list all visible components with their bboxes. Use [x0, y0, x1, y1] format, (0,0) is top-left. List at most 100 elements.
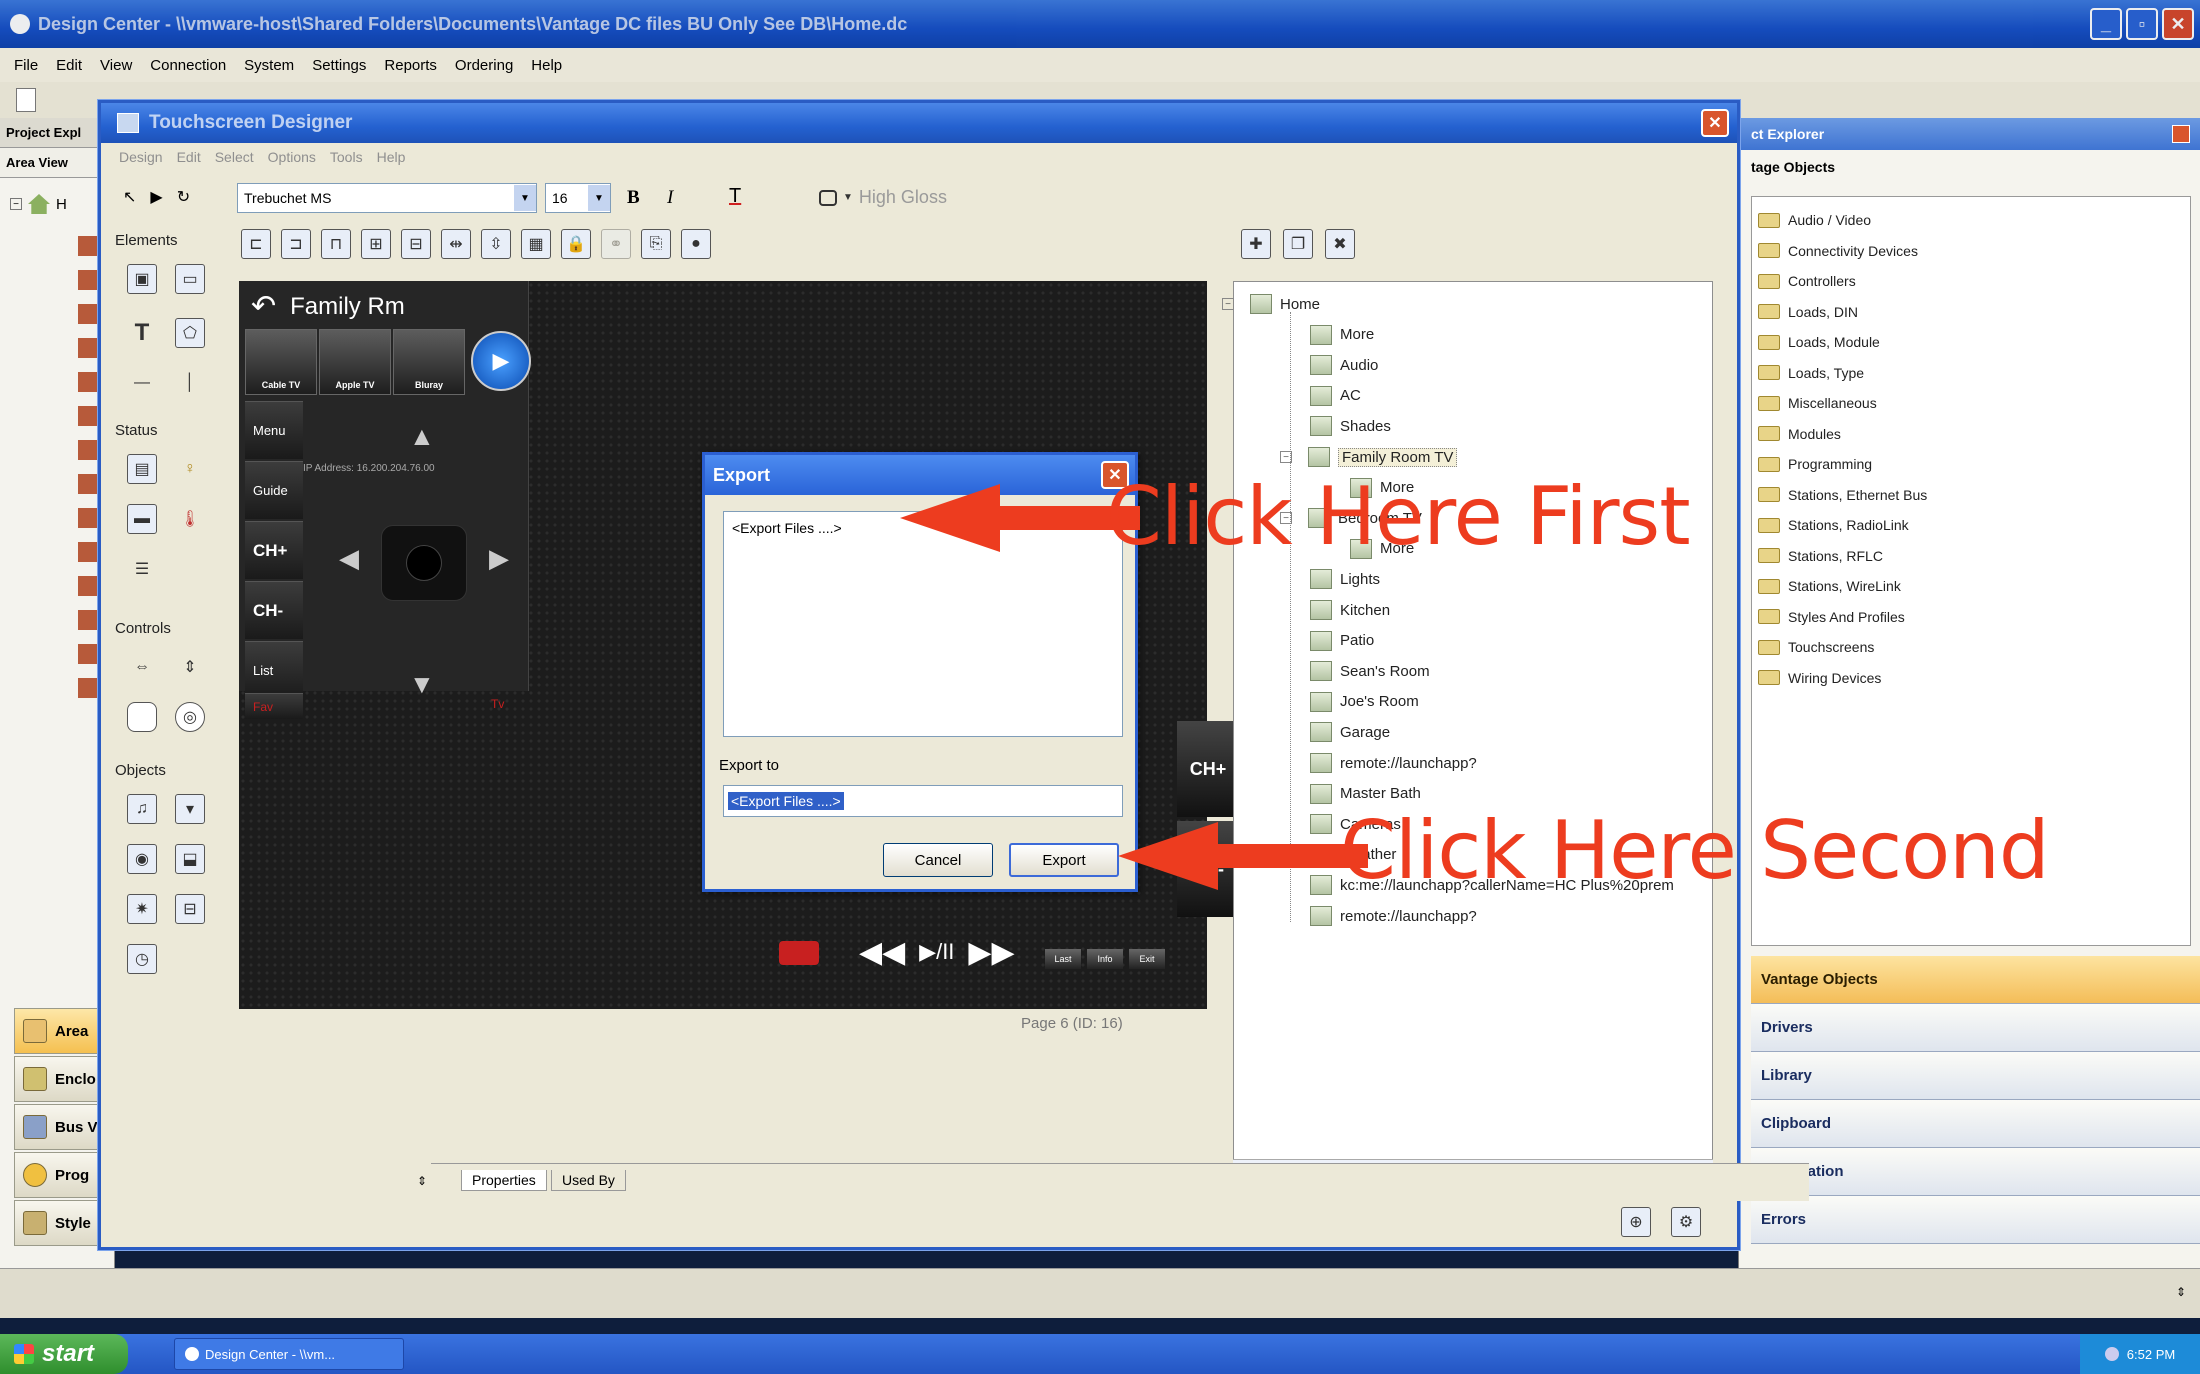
menu-ordering[interactable]: Ordering	[455, 57, 513, 74]
tree-item[interactable]: remote://launchapp?	[1310, 906, 1477, 926]
source-apple-tv[interactable]: Apple TV	[319, 329, 391, 395]
maximize-button[interactable]: ▫	[2126, 8, 2158, 40]
play-icon[interactable]: ▶	[471, 331, 531, 391]
list-item[interactable]: Stations, RadioLink	[1752, 510, 2190, 541]
export-button[interactable]: Export	[1009, 843, 1119, 877]
list-item[interactable]: Loads, Module	[1752, 327, 2190, 358]
delete-page-icon[interactable]: ✖	[1325, 229, 1355, 259]
list-item[interactable]: Connectivity Devices	[1752, 236, 2190, 267]
camera-object-icon[interactable]: ◉	[127, 844, 157, 874]
list-item[interactable]: Modules	[1752, 419, 2190, 450]
align-right-icon[interactable]: ⊓	[321, 229, 351, 259]
designer-menu-options[interactable]: Options	[268, 149, 316, 165]
start-button[interactable]: start	[0, 1334, 128, 1374]
fav-button[interactable]: Fav	[245, 693, 303, 719]
list-icon[interactable]: ☰	[127, 554, 157, 584]
record-icon[interactable]: ●	[681, 229, 711, 259]
tree-item[interactable]: Patio	[1310, 630, 1374, 651]
web-object-icon[interactable]: ⬓	[175, 844, 205, 874]
tab-vantage-objects[interactable]: Vantage Objects	[1751, 956, 2200, 1004]
designer-menu-edit[interactable]: Edit	[177, 149, 201, 165]
bold-button[interactable]: B	[627, 187, 640, 209]
button-control-icon[interactable]	[127, 702, 157, 732]
thermometer-icon[interactable]: 🌡	[175, 504, 205, 534]
pointer-icon[interactable]: ↖	[123, 187, 136, 207]
list-item[interactable]: Styles And Profiles	[1752, 602, 2190, 633]
tree-item[interactable]: Garage	[1310, 722, 1390, 743]
clock[interactable]: 6:52 PM	[2127, 1347, 2175, 1362]
menu-system[interactable]: System	[244, 57, 294, 74]
tab-used-by[interactable]: Used By	[551, 1170, 626, 1191]
designer-menu-help[interactable]: Help	[377, 149, 406, 165]
lock-icon[interactable]: 🔒	[561, 229, 591, 259]
list-item[interactable]: Audio / Video	[1752, 205, 2190, 236]
tab-library[interactable]: Library	[1751, 1052, 2200, 1100]
group-icon[interactable]: ▦	[521, 229, 551, 259]
exit-button[interactable]: Exit	[1129, 949, 1165, 969]
menu-button[interactable]: Menu	[245, 401, 303, 459]
tree-item[interactable]: remote://launchapp?	[1310, 753, 1477, 773]
tv-object-icon[interactable]: ▾	[175, 794, 205, 824]
same-size-icon[interactable]: ⊟	[401, 229, 431, 259]
tree-item[interactable]: Lights	[1310, 569, 1380, 590]
tab-information[interactable]: Information	[1751, 1148, 2200, 1196]
minimize-button[interactable]: _	[2090, 8, 2122, 40]
list-item[interactable]: Loads, DIN	[1752, 297, 2190, 328]
ch-minus-button[interactable]: CH-	[245, 581, 303, 639]
designer-menu-tools[interactable]: Tools	[330, 149, 363, 165]
tree-item[interactable]: Shades	[1310, 416, 1391, 437]
list-item[interactable]: Stations, RFLC	[1752, 541, 2190, 572]
list-item[interactable]: Controllers	[1752, 266, 2190, 297]
list-item[interactable]: Miscellaneous	[1752, 388, 2190, 419]
tree-item[interactable]: Joe's Room	[1310, 691, 1419, 712]
list-item[interactable]: Wiring Devices	[1752, 663, 2190, 694]
tab-errors[interactable]: Errors	[1751, 1196, 2200, 1244]
display-icon[interactable]: ▬	[127, 504, 157, 534]
export-to-field[interactable]: <Export Files ....>	[723, 785, 1123, 817]
ch-plus-key[interactable]: CH+	[1177, 721, 1239, 817]
shape-icon[interactable]: ⬠	[175, 318, 205, 348]
ok-button[interactable]	[381, 525, 467, 601]
horizontal-line-icon[interactable]: —	[127, 368, 157, 398]
list-item[interactable]: Programming	[1752, 449, 2190, 480]
ch-plus-button[interactable]: CH+	[245, 521, 303, 579]
text-icon[interactable]: T	[127, 318, 157, 348]
designer-menu-select[interactable]: Select	[215, 149, 254, 165]
record-button[interactable]	[779, 941, 819, 965]
tree-item[interactable]: More	[1310, 324, 1374, 345]
knob-icon[interactable]: ◎	[175, 702, 205, 732]
tree-item[interactable]: − Family Room TV	[1280, 447, 1458, 467]
list-item[interactable]: Stations, Ethernet Bus	[1752, 480, 2190, 511]
tree-item[interactable]: Master Bath	[1310, 783, 1421, 804]
cancel-button[interactable]: Cancel	[883, 843, 993, 877]
calendar-icon[interactable]: ▤	[127, 454, 157, 484]
down-arrow-icon[interactable]: ▼	[409, 669, 435, 700]
tree-item[interactable]: − Home	[1222, 294, 1320, 314]
tree-item[interactable]: Sean's Room	[1310, 661, 1430, 682]
panel-close-icon[interactable]	[2172, 125, 2190, 143]
add-page-icon[interactable]: ✚	[1241, 229, 1271, 259]
weather-object-icon[interactable]: ✷	[127, 894, 157, 924]
source-cable-tv[interactable]: Cable TV	[245, 329, 317, 395]
text-color-icon[interactable]: T	[729, 185, 741, 208]
left-arrow-icon[interactable]: ◀	[339, 543, 359, 574]
image-icon[interactable]: ▣	[127, 264, 157, 294]
export-list-item[interactable]: <Export Files ....>	[732, 520, 842, 536]
tree-item[interactable]: AC	[1310, 385, 1361, 406]
list-item[interactable]: Stations, WireLink	[1752, 571, 2190, 602]
pan-icon[interactable]: ↻	[177, 187, 190, 207]
font-name-select[interactable]: Trebuchet MS ▼	[237, 183, 537, 213]
link-icon[interactable]: ⚭	[601, 229, 631, 259]
list-item[interactable]: Loads, Type	[1752, 358, 2190, 389]
menu-reports[interactable]: Reports	[384, 57, 437, 74]
style-selector[interactable]: ▼ High Gloss	[819, 187, 947, 208]
list-item[interactable]: Touchscreens	[1752, 632, 2190, 663]
distribute-icon[interactable]: ⊞	[361, 229, 391, 259]
play-pause-icon[interactable]: ▶/II	[919, 935, 954, 970]
clock-object-icon[interactable]: ◷	[127, 944, 157, 974]
designer-menu-design[interactable]: Design	[119, 149, 163, 165]
space-horizontal-icon[interactable]: ⇹	[441, 229, 471, 259]
add-screen-icon[interactable]: ⊕	[1621, 1207, 1651, 1237]
copy-page-icon[interactable]: ❐	[1283, 229, 1313, 259]
tree-item[interactable]: Audio	[1310, 355, 1378, 376]
